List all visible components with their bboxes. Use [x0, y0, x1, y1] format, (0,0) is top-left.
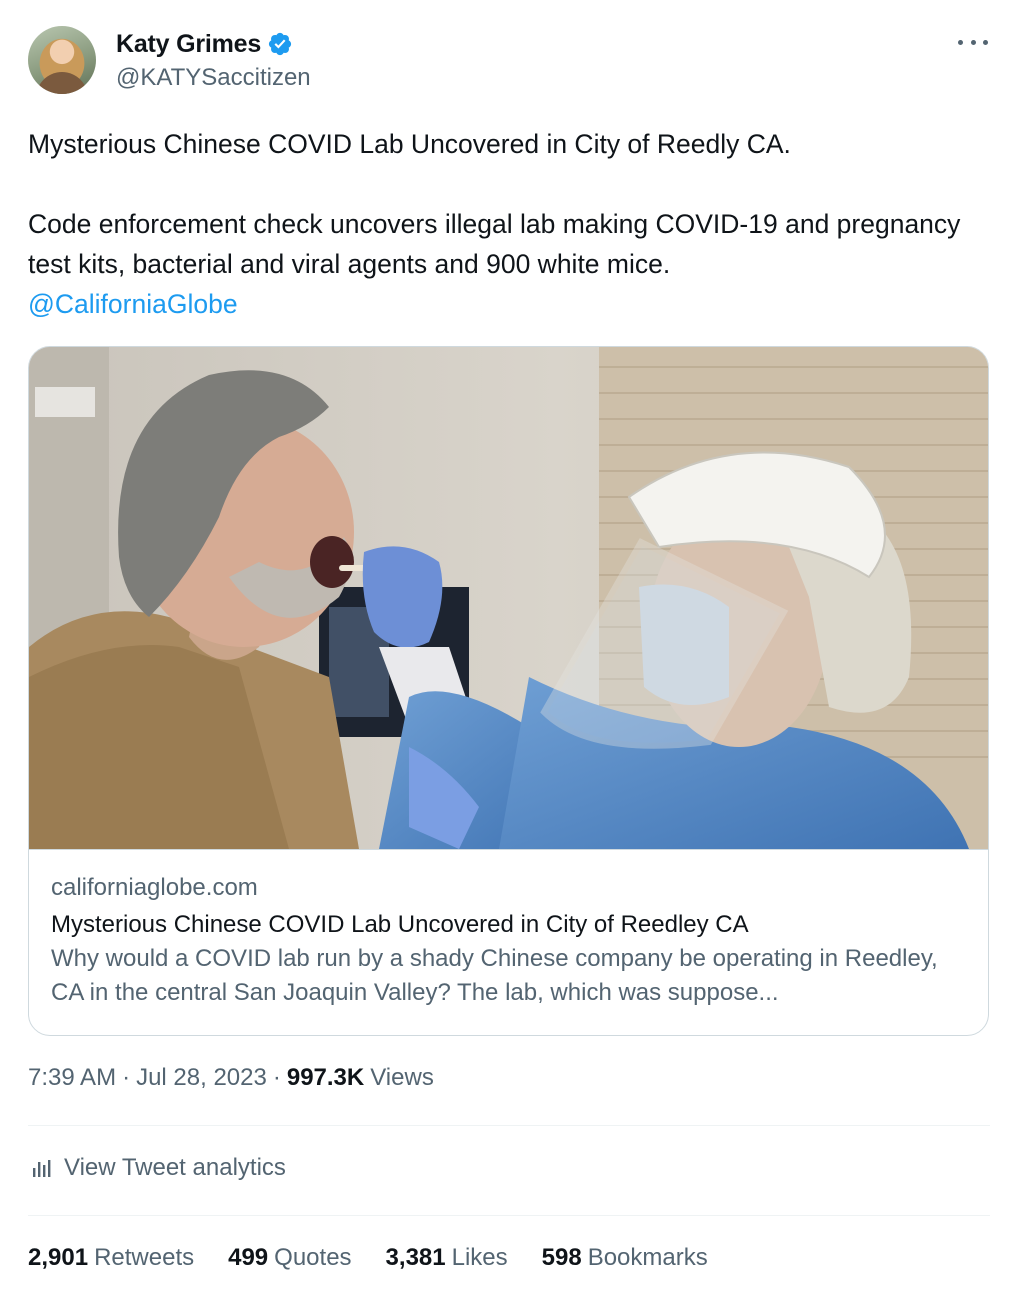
quotes-count: 499 — [228, 1244, 269, 1271]
mention-link[interactable]: @CaliforniaGlobe — [28, 284, 968, 324]
divider-top — [28, 1125, 990, 1126]
verified-badge-icon — [268, 32, 292, 56]
likes-label: Likes — [451, 1244, 508, 1271]
tweet-meta: 7:39 AM · Jul 28, 2023 · 997.3K Views — [28, 1064, 434, 1092]
bookmarks-label: Bookmarks — [587, 1244, 708, 1271]
retweets-count: 2,901 — [28, 1244, 89, 1271]
more-options-icon[interactable] — [958, 32, 988, 52]
tweet-date[interactable]: Jul 28, 2023 — [136, 1064, 267, 1092]
link-preview-card[interactable]: californiaglobe.com Mysterious Chinese C… — [28, 346, 989, 1036]
tweet-line-2: Code enforcement check uncovers illegal … — [28, 209, 961, 279]
view-analytics-link[interactable]: View Tweet analytics — [30, 1154, 286, 1182]
likes-count: 3,381 — [385, 1244, 446, 1271]
bar-chart-icon — [33, 1160, 51, 1177]
tweet-header: Katy Grimes @KATYSaccitizen — [28, 24, 988, 96]
view-analytics-label: View Tweet analytics — [64, 1154, 286, 1181]
card-title: Mysterious Chinese COVID Lab Uncovered i… — [51, 911, 749, 938]
meta-separator-1: · — [122, 1064, 131, 1091]
tweet-time[interactable]: 7:39 AM — [28, 1064, 116, 1092]
quotes-label: Quotes — [274, 1244, 352, 1271]
avatar[interactable] — [28, 26, 96, 94]
card-image[interactable] — [29, 347, 988, 849]
meta-separator-2: · — [272, 1064, 281, 1091]
bookmarks-stat[interactable]: 598 Bookmarks — [542, 1244, 708, 1272]
author-name[interactable]: Katy Grimes — [116, 30, 261, 59]
likes-stat[interactable]: 3,381 Likes — [386, 1244, 508, 1272]
quotes-stat[interactable]: 499 Quotes — [228, 1244, 351, 1272]
views-count: 997.3K — [286, 1064, 365, 1091]
card-body: californiaglobe.com Mysterious Chinese C… — [29, 849, 988, 1035]
retweets-stat[interactable]: 2,901 Retweets — [28, 1244, 194, 1272]
card-photo — [29, 347, 988, 849]
author-name-row: Katy Grimes — [116, 28, 293, 60]
views-label: Views — [370, 1064, 434, 1091]
engagement-stats: 2,901 Retweets 499 Quotes 3,381 Likes 598 Bo… — [28, 1244, 708, 1272]
tweet-text: Mysterious Chinese COVID Lab Uncovered i… — [28, 124, 968, 324]
bookmarks-count: 598 — [541, 1244, 582, 1271]
card-domain: californiaglobe.com — [51, 874, 258, 901]
author-handle[interactable]: @KATYSaccitizen — [116, 64, 311, 92]
divider-bottom — [28, 1215, 990, 1216]
retweets-label: Retweets — [94, 1244, 195, 1271]
tweet-line-1: Mysterious Chinese COVID Lab Uncovered i… — [28, 129, 791, 159]
card-description: Why would a COVID lab run by a shady Chi… — [51, 945, 938, 1006]
